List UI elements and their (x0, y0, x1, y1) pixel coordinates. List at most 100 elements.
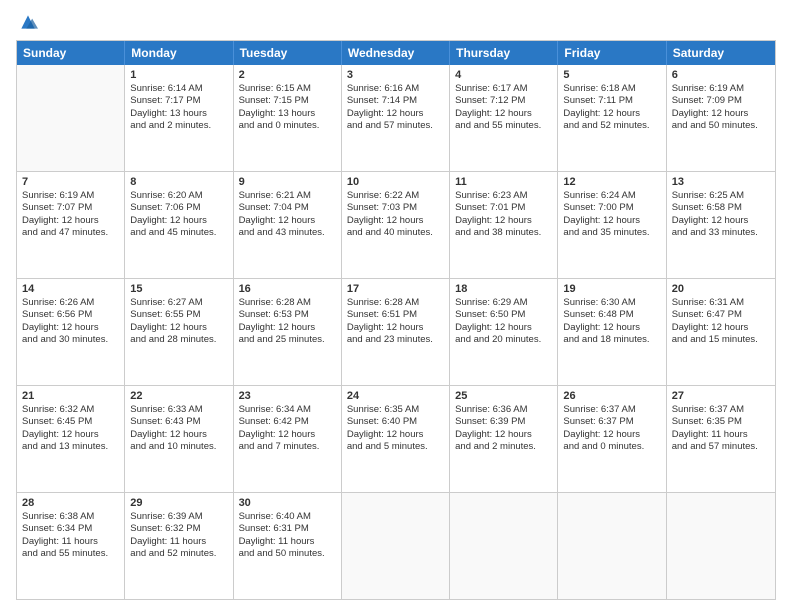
day-number: 16 (239, 283, 336, 295)
daylight-text-1: Daylight: 12 hours (347, 215, 444, 227)
sunrise-text: Sunrise: 6:19 AM (22, 190, 119, 202)
calendar-week-5: 28Sunrise: 6:38 AMSunset: 6:34 PMDayligh… (17, 492, 775, 599)
day-header-friday: Friday (558, 41, 666, 65)
calendar-week-1: 1 Sunrise: 6:14 AMSunset: 7:17 PM Daylight… (17, 65, 775, 171)
sunset-text: Sunset: 7:07 PM (22, 202, 119, 214)
day-number: 2 (239, 69, 336, 81)
calendar-cell-day-19: 19Sunrise: 6:30 AMSunset: 6:48 PMDayligh… (558, 279, 666, 385)
day-number: 10 (347, 176, 444, 188)
daylight-text-2: and and 0 minutes. (563, 441, 660, 453)
sunrise-text: Sunrise: 6:38 AM (22, 511, 119, 523)
daylight-text-2: and and 47 minutes. (22, 227, 119, 239)
day-number: 29 (130, 497, 227, 509)
daylight-text-2: and and 20 minutes. (455, 334, 552, 346)
day-number: 7 (22, 176, 119, 188)
sunset-text: Sunset: 6:56 PM (22, 309, 119, 321)
sunrise-text: Sunrise: 6:21 AM (239, 190, 336, 202)
sunset-text: Sunset: 6:35 PM (672, 416, 770, 428)
sunset-text: Sunset: 6:53 PM (239, 309, 336, 321)
sunset-text: Sunset: 7:00 PM (563, 202, 660, 214)
day-number: 6 (672, 69, 770, 81)
calendar-cell-day-3: 3Sunrise: 6:16 AMSunset: 7:14 PMDaylight… (342, 65, 450, 171)
sunrise-text: Sunrise: 6:14 AM (130, 83, 227, 95)
day-number: 11 (455, 176, 552, 188)
daylight-text-2: and and 52 minutes. (563, 120, 660, 132)
day-header-monday: Monday (125, 41, 233, 65)
sunrise-text: Sunrise: 6:37 AM (672, 404, 770, 416)
sunrise-text: Sunrise: 6:37 AM (563, 404, 660, 416)
daylight-text-1: Daylight: 12 hours (455, 429, 552, 441)
daylight-text-1: Daylight: 12 hours (347, 108, 444, 120)
calendar-week-2: 7 Sunrise: 6:19 AMSunset: 7:07 PM Daylight… (17, 171, 775, 278)
sunrise-text: Sunrise: 6:25 AM (672, 190, 770, 202)
daylight-text-1: Daylight: 12 hours (455, 108, 552, 120)
daylight-text-1: Daylight: 12 hours (563, 322, 660, 334)
sunset-text: Sunset: 6:34 PM (22, 523, 119, 535)
calendar-cell-day-25: 25Sunrise: 6:36 AMSunset: 6:39 PMDayligh… (450, 386, 558, 492)
calendar-cell-empty (558, 493, 666, 599)
calendar-header: SundayMondayTuesdayWednesdayThursdayFrid… (17, 41, 775, 65)
sunrise-text: Sunrise: 6:27 AM (130, 297, 227, 309)
sunrise-text: Sunrise: 6:16 AM (347, 83, 444, 95)
day-number: 1 (130, 69, 227, 81)
sunset-text: Sunset: 7:11 PM (563, 95, 660, 107)
daylight-text-2: and and 57 minutes. (347, 120, 444, 132)
day-header-tuesday: Tuesday (234, 41, 342, 65)
calendar-cell-empty (667, 493, 775, 599)
calendar-cell-day-17: 17Sunrise: 6:28 AMSunset: 6:51 PMDayligh… (342, 279, 450, 385)
daylight-text-1: Daylight: 12 hours (239, 429, 336, 441)
sunset-text: Sunset: 6:32 PM (130, 523, 227, 535)
sunset-text: Sunset: 6:42 PM (239, 416, 336, 428)
day-number: 4 (455, 69, 552, 81)
sunrise-text: Sunrise: 6:31 AM (672, 297, 770, 309)
calendar-body: 1 Sunrise: 6:14 AMSunset: 7:17 PM Daylight… (17, 65, 775, 599)
sunset-text: Sunset: 6:58 PM (672, 202, 770, 214)
daylight-text-2: and and 55 minutes. (22, 548, 119, 560)
day-number: 24 (347, 390, 444, 402)
day-header-thursday: Thursday (450, 41, 558, 65)
day-number: 12 (563, 176, 660, 188)
calendar-cell-day-29: 29Sunrise: 6:39 AMSunset: 6:32 PMDayligh… (125, 493, 233, 599)
calendar-cell-day-5: 5Sunrise: 6:18 AMSunset: 7:11 PMDaylight… (558, 65, 666, 171)
daylight-text-2: and and 30 minutes. (22, 334, 119, 346)
header (16, 12, 776, 32)
sunrise-text: Sunrise: 6:23 AM (455, 190, 552, 202)
calendar-cell-day-12: 12Sunrise: 6:24 AMSunset: 7:00 PMDayligh… (558, 172, 666, 278)
day-number: 23 (239, 390, 336, 402)
calendar-cell-day-2: 2Sunrise: 6:15 AMSunset: 7:15 PMDaylight… (234, 65, 342, 171)
daylight-text-1: Daylight: 12 hours (672, 215, 770, 227)
daylight-text-1: Daylight: 13 hours (239, 108, 336, 120)
calendar-cell-day-16: 16Sunrise: 6:28 AMSunset: 6:53 PMDayligh… (234, 279, 342, 385)
sunset-text: Sunset: 6:48 PM (563, 309, 660, 321)
calendar-cell-day-18: 18Sunrise: 6:29 AMSunset: 6:50 PMDayligh… (450, 279, 558, 385)
daylight-text-1: Daylight: 11 hours (130, 536, 227, 548)
daylight-text-2: and and 25 minutes. (239, 334, 336, 346)
day-number: 17 (347, 283, 444, 295)
sunrise-text: Sunrise: 6:29 AM (455, 297, 552, 309)
daylight-text-1: Daylight: 12 hours (563, 215, 660, 227)
day-number: 22 (130, 390, 227, 402)
calendar-cell-day-1: 1Sunrise: 6:14 AMSunset: 7:17 PMDaylight… (125, 65, 233, 171)
sunset-text: Sunset: 7:17 PM (130, 95, 227, 107)
day-number: 30 (239, 497, 336, 509)
sunset-text: Sunset: 7:03 PM (347, 202, 444, 214)
calendar-cell-day-21: 21Sunrise: 6:32 AMSunset: 6:45 PMDayligh… (17, 386, 125, 492)
sunset-text: Sunset: 6:39 PM (455, 416, 552, 428)
sunrise-text: Sunrise: 6:20 AM (130, 190, 227, 202)
daylight-text-1: Daylight: 11 hours (239, 536, 336, 548)
sunset-text: Sunset: 7:06 PM (130, 202, 227, 214)
sunrise-text: Sunrise: 6:40 AM (239, 511, 336, 523)
daylight-text-1: Daylight: 12 hours (672, 322, 770, 334)
daylight-text-2: and and 18 minutes. (563, 334, 660, 346)
sunrise-text: Sunrise: 6:35 AM (347, 404, 444, 416)
calendar-cell-day-6: 6Sunrise: 6:19 AMSunset: 7:09 PMDaylight… (667, 65, 775, 171)
calendar-cell-day-23: 23Sunrise: 6:34 AMSunset: 6:42 PMDayligh… (234, 386, 342, 492)
logo (16, 12, 38, 32)
day-number: 8 (130, 176, 227, 188)
day-number: 15 (130, 283, 227, 295)
daylight-text-2: and and 28 minutes. (130, 334, 227, 346)
daylight-text-1: Daylight: 12 hours (130, 322, 227, 334)
daylight-text-1: Daylight: 12 hours (22, 429, 119, 441)
sunrise-text: Sunrise: 6:32 AM (22, 404, 119, 416)
sunset-text: Sunset: 6:43 PM (130, 416, 227, 428)
